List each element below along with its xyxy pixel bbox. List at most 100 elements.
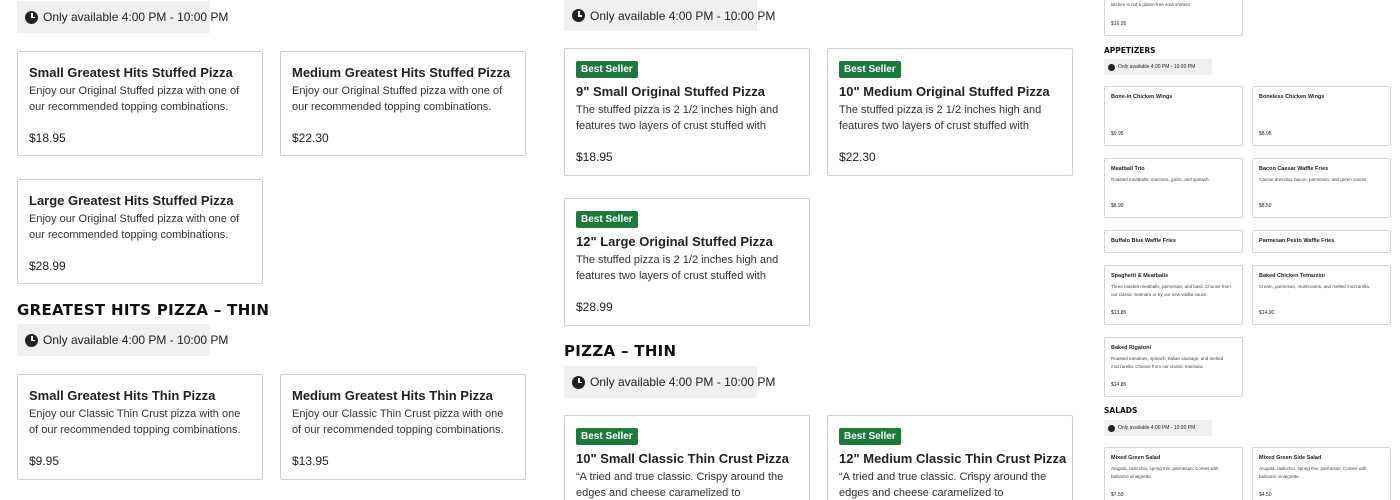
menu-item-description: Enjoy our Original Stuffed pizza with on… xyxy=(292,85,503,113)
menu-item-price: $14.85 xyxy=(1111,382,1127,388)
menu-item-title: Medium Greatest Hits Thin Pizza xyxy=(292,388,493,403)
menu-item-card[interactable]: Mixed Green Side Salad Arugula, radicchi… xyxy=(1252,447,1391,500)
clock-icon xyxy=(25,333,38,347)
clock-icon xyxy=(572,375,585,389)
availability-text: Only available 4:00 PM - 10:00 PM xyxy=(1118,64,1196,70)
availability-banner: Only available 4:00 PM - 10:00 PM xyxy=(17,1,228,33)
menu-item-title: Meatball Trio xyxy=(1111,166,1145,172)
section-heading: GREATEST HITS PIZZA – THIN xyxy=(17,301,270,319)
menu-item-price: $7.50 xyxy=(1111,492,1124,498)
menu-item-description: Arugula, radicchio, spring mix, parmesan… xyxy=(1259,466,1367,479)
clock-icon xyxy=(1108,63,1115,71)
menu-item-title: Medium Greatest Hits Stuffed Pizza xyxy=(292,65,511,80)
menu-item-card[interactable]: Best Seller 9" Small Original Stuffed Pi… xyxy=(564,48,810,176)
menu-item-card[interactable]: Small Greatest Hits Stuffed Pizza Enjoy … xyxy=(17,51,263,156)
availability-banner: Only available 4:00 PM - 10:00 PM xyxy=(564,366,775,398)
menu-item-price: $9.95 xyxy=(1111,131,1124,137)
availability-text: Only available 4:00 PM - 10:00 PM xyxy=(590,8,776,23)
menu-item-price: $28.99 xyxy=(29,259,66,273)
menu-item-description: Cream, parmesan, mushrooms, and melted m… xyxy=(1259,284,1371,289)
menu-item-card[interactable]: Best Seller 10" Small Classic Thin Crust… xyxy=(564,415,810,500)
menu-item-card[interactable]: Parmesan Pesto Waffle Fries xyxy=(1252,230,1391,253)
menu-item-card[interactable]: Bone-in Chicken Wings $9.95 xyxy=(1104,86,1243,146)
menu-item-description: The stuffed pizza is 2 1/2 inches high a… xyxy=(839,104,1042,132)
menu-item-card[interactable]: Bacon Caesar Waffle Fries Caesar dressin… xyxy=(1252,158,1391,218)
menu-item-price: $16.95 xyxy=(1111,21,1127,27)
availability-text: Only available 4:00 PM - 10:00 PM xyxy=(43,333,229,347)
menu-item-price: $8.99 xyxy=(1111,203,1124,209)
menu-item-card[interactable]: Medium Greatest Hits Thin Pizza Enjoy ou… xyxy=(280,374,526,480)
menu-item-card[interactable]: Baked Rigatoni Roasted tomatoes, spinach… xyxy=(1104,337,1243,397)
menu-item-description: “A tried and true classic. Crispy around… xyxy=(839,471,1047,499)
menu-item-price: $8.50 xyxy=(1259,203,1272,209)
menu-item-card[interactable]: Baked Chicken Tetrazzini Cream, parmesan… xyxy=(1252,265,1391,325)
menu-item-title: Boneless Chicken Wings xyxy=(1259,94,1325,100)
menu-item-description: The stuffed pizza is 2 1/2 inches high a… xyxy=(576,104,779,132)
menu-item-card[interactable]: Spaghetti & Meatballs Three roasted meat… xyxy=(1104,265,1243,325)
menu-item-title: Baked Chicken Tetrazzini xyxy=(1259,273,1325,279)
menu-item-card[interactable]: Best Seller 12" Medium Classic Thin Crus… xyxy=(827,415,1073,500)
menu-item-title: Bacon Caesar Waffle Fries xyxy=(1259,166,1329,172)
menu-item-price: $8.95 xyxy=(1259,131,1272,137)
availability-banner: Only available 4:00 PM - 10:00 PM xyxy=(564,0,775,31)
menu-item-title: Spaghetti & Meatballs xyxy=(1111,273,1169,279)
menu-item-card[interactable]: Medium Greatest Hits Stuffed Pizza Enjoy… xyxy=(280,51,526,156)
menu-item-card[interactable]: Meatball Trio Roasted meatballs, marinar… xyxy=(1104,158,1243,218)
menu-item-title: Baked Rigatoni xyxy=(1111,345,1152,351)
availability-banner: Only available 4:00 PM - 10:00 PM xyxy=(1104,420,1212,436)
menu-item-price: $28.99 xyxy=(576,300,613,314)
menu-item-price: $4.50 xyxy=(1259,492,1272,498)
best-seller-badge: Best Seller xyxy=(839,61,901,78)
menu-item-card[interactable]: Small Greatest Hits Thin Pizza Enjoy our… xyxy=(17,374,263,480)
availability-text: Only available 4:00 PM - 10:00 PM xyxy=(43,10,229,24)
menu-item-description: Enjoy our Original Stuffed pizza with on… xyxy=(29,213,240,241)
menu-item-title: Large Greatest Hits Stuffed Pizza xyxy=(29,193,234,208)
menu-item-price: $13.95 xyxy=(292,454,329,468)
menu-item-description: Enjoy our Classic Thin Crust pizza with … xyxy=(29,408,241,436)
availability-banner: Only available 4:00 PM - 10:00 PM xyxy=(1104,59,1212,75)
menu-item-description: kitchen is not a gluten-free environment… xyxy=(1111,2,1192,7)
availability-text: Only available 4:00 PM - 10:00 PM xyxy=(590,375,776,389)
menu-item-title: Mixed Green Side Salad xyxy=(1259,455,1322,461)
section-heading: SALADS xyxy=(1104,406,1138,415)
clock-icon xyxy=(1108,424,1115,432)
clock-icon xyxy=(572,9,585,22)
menu-item-card[interactable]: Boneless Chicken Wings $8.95 xyxy=(1252,86,1391,146)
menu-item-description: Roasted tomatoes, spinach, Italian sausa… xyxy=(1111,356,1224,369)
menu-item-card[interactable]: Large Greatest Hits Stuffed Pizza Enjoy … xyxy=(17,179,263,284)
menu-item-description: Enjoy our Original Stuffed pizza with on… xyxy=(29,85,240,113)
menu-item-title: Small Greatest Hits Stuffed Pizza xyxy=(29,65,233,80)
menu-item-description: Arugula, radicchio, spring mix, parmesan… xyxy=(1111,466,1219,479)
menu-item-title: 9" Small Original Stuffed Pizza xyxy=(576,84,765,99)
menu-item-price: $18.95 xyxy=(576,150,613,164)
availability-text: Only available 4:00 PM - 10:00 PM xyxy=(1118,425,1196,431)
menu-item-price: $22.30 xyxy=(839,150,876,164)
menu-item-title: Parmesan Pesto Waffle Fries xyxy=(1259,238,1335,244)
menu-item-card[interactable]: Buffalo Blue Waffle Fries xyxy=(1104,230,1243,253)
best-seller-badge: Best Seller xyxy=(576,428,638,445)
menu-item-price: $9.95 xyxy=(29,454,60,468)
menu-item-card[interactable]: Best Seller 10" Medium Original Stuffed … xyxy=(827,48,1073,176)
menu-item-title: 10" Medium Original Stuffed Pizza xyxy=(839,84,1050,99)
best-seller-badge: Best Seller xyxy=(576,211,638,228)
menu-item-title: Mixed Green Salad xyxy=(1111,455,1161,461)
menu-item-title: Bone-in Chicken Wings xyxy=(1111,94,1173,100)
clock-icon xyxy=(25,10,38,24)
menu-item-card[interactable]: kitchen is not a gluten-free environment… xyxy=(1104,0,1243,36)
availability-banner: Only available 4:00 PM - 10:00 PM xyxy=(17,324,228,356)
menu-item-description: Three roasted meatballs, parmesan, and b… xyxy=(1111,284,1231,297)
menu-item-price: $22.30 xyxy=(292,131,329,145)
menu-item-card[interactable]: Best Seller 12" Large Original Stuffed P… xyxy=(564,198,810,326)
menu-item-card[interactable]: Mixed Green Salad Arugula, radicchio, sp… xyxy=(1104,447,1243,500)
menu-item-title: 12" Large Original Stuffed Pizza xyxy=(576,234,773,249)
menu-item-title: Buffalo Blue Waffle Fries xyxy=(1111,238,1176,244)
menu-item-price: $13.85 xyxy=(1111,310,1127,316)
menu-item-title: 10" Small Classic Thin Crust Pizza xyxy=(576,451,789,466)
section-heading: APPETIZERS xyxy=(1104,46,1156,55)
menu-item-description: Enjoy our Classic Thin Crust pizza with … xyxy=(292,408,504,436)
menu-item-description: Caesar dressing, bacon, parmesan, and gr… xyxy=(1259,177,1368,182)
menu-item-description: Roasted meatballs, marinara, garlic, and… xyxy=(1111,177,1210,182)
section-heading: PIZZA – THIN xyxy=(564,342,677,360)
menu-item-description: “A tried and true classic. Crispy around… xyxy=(576,471,784,499)
menu-item-price: $14.90 xyxy=(1259,310,1275,316)
